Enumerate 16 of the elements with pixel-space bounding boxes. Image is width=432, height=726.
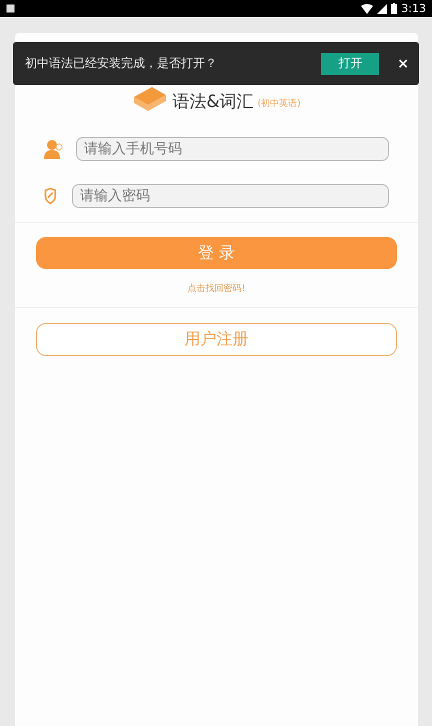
- logo-subtitle: (初中英语): [258, 98, 301, 110]
- notification-icon: [6, 4, 15, 13]
- password-input[interactable]: 请输入密码: [72, 184, 389, 208]
- user-icon: [43, 138, 65, 160]
- toast-message: 初中语法已经安装完成，是否打开？: [25, 55, 218, 72]
- phone-input[interactable]: 请输入手机号码: [76, 137, 389, 161]
- login-button[interactable]: 登 录: [36, 237, 397, 269]
- wifi-icon: [361, 4, 374, 14]
- close-button[interactable]: ×: [397, 56, 409, 72]
- signal-icon: [377, 4, 388, 14]
- open-button[interactable]: 打开: [321, 52, 380, 74]
- battery-icon: [391, 3, 398, 14]
- register-button[interactable]: 用户注册: [36, 323, 397, 356]
- forgot-password-link[interactable]: 点击找回密码!: [188, 284, 246, 294]
- clock-time: 3:13: [401, 2, 426, 15]
- logo-title: 语法&词汇: [172, 91, 254, 113]
